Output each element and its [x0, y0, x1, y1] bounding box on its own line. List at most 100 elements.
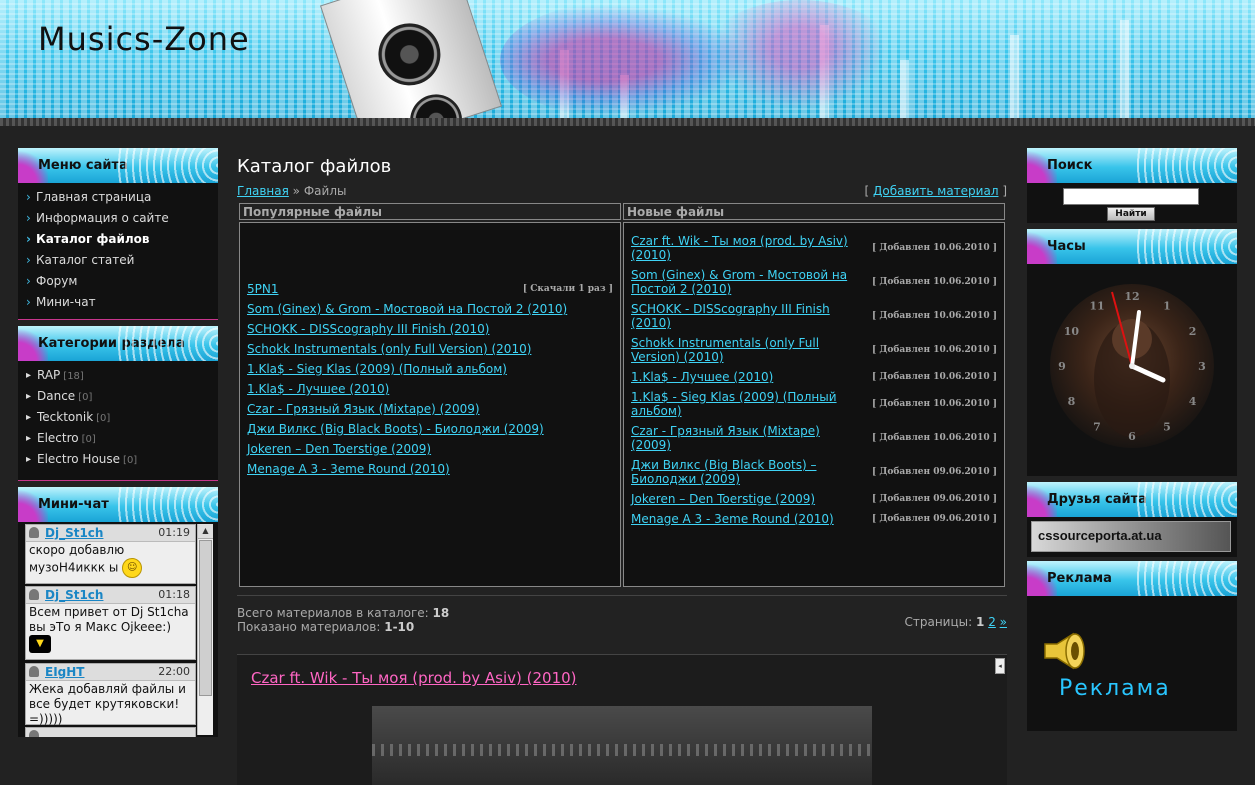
category-count: [0]	[96, 413, 111, 424]
clock-numeral: 6	[1128, 430, 1136, 443]
chat-time: 01:18	[158, 588, 190, 601]
file-link[interactable]: Som (Ginex) & Grom - Мостовой на Постой …	[247, 302, 567, 316]
clock-numeral: 1	[1163, 299, 1171, 312]
category-item[interactable]: Dance[0]	[18, 386, 218, 407]
left-sidebar: Меню сайта Главная страница Информация о…	[18, 148, 218, 737]
breadcrumb: Главная » Файлы [ Добавить материал ]	[237, 184, 1007, 201]
category-item[interactable]: RAP[18]	[18, 365, 218, 386]
popular-files-header: Популярные файлы	[239, 203, 621, 220]
clock-numeral: 12	[1124, 290, 1139, 303]
file-date: [ Добавлен 10.06.2010 ]	[871, 277, 997, 287]
menu-block-header: Меню сайта	[18, 148, 218, 183]
category-count: [0]	[123, 455, 138, 466]
friends-block-header: Друзья сайта	[1027, 482, 1237, 517]
file-link[interactable]: 5PN1	[247, 282, 278, 296]
file-link[interactable]: Jokeren – Den Toerstige (2009)	[631, 492, 863, 506]
list-item: Czar - Грязный Язык (Mixtape) (2009) [ До…	[625, 421, 1003, 455]
chat-nick[interactable]: Dj_St1ch	[45, 526, 103, 540]
next-page-link[interactable]: »	[1000, 615, 1007, 629]
entry-badge-icon[interactable]: ◂	[995, 658, 1005, 674]
chat-text: Жека добавляй файлы и все будет крутяков…	[29, 682, 186, 726]
file-date: [ Добавлен 09.06.2010 ]	[871, 467, 997, 477]
list-item: Джи Вилкс (Big Black Boots) – Биолоджи (…	[625, 455, 1003, 489]
file-link[interactable]: Джи Вилкс (Big Black Boots) – Биолоджи (…	[631, 458, 863, 486]
file-link[interactable]: 1.Kla$ - Лучшее (2010)	[631, 370, 863, 384]
category-item[interactable]: Electro House[0]	[18, 449, 218, 470]
chat-message: EIgHT 22:00 Жека добавляй файлы и все буд…	[25, 663, 196, 726]
list-item: Czar ft. Wik - Ты моя (prod. by Asiv) (2…	[625, 231, 1003, 265]
category-label[interactable]: Electro	[37, 431, 79, 445]
file-link[interactable]: Schokk Instrumentals (only Full Version)…	[247, 342, 531, 356]
scroll-thumb[interactable]	[199, 540, 212, 696]
search-input[interactable]	[1063, 188, 1199, 205]
friend-banner[interactable]: cssourceporta.at.ua	[1031, 521, 1231, 552]
file-link[interactable]: 1.Kla$ - Sieg Klas (2009) (Полный альбом…	[631, 390, 863, 418]
breadcrumb-home-link[interactable]: Главная	[237, 184, 289, 198]
site-title[interactable]: Musics-Zone	[38, 20, 250, 58]
chat-message	[25, 727, 196, 737]
list-item: 1.Kla$ - Лучшее (2010)	[247, 379, 613, 399]
list-item: Джи Вилкс (Big Black Boots) - Биолоджи (…	[247, 419, 613, 439]
file-link[interactable]: Som (Ginex) & Grom - Мостовой на Постой …	[631, 268, 863, 296]
chat-nick[interactable]: EIgHT	[45, 665, 84, 679]
search-button[interactable]: Найти	[1107, 207, 1155, 221]
file-link[interactable]: Menage A 3 - 3eme Round (2010)	[247, 462, 450, 476]
file-link[interactable]: Schokk Instrumentals (only Full Version)…	[631, 336, 863, 364]
menu-item-article-catalog[interactable]: Каталог статей	[18, 250, 218, 271]
file-link[interactable]: Czar - Грязный Язык (Mixtape) (2009)	[247, 402, 480, 416]
menu-item-about[interactable]: Информация о сайте	[18, 208, 218, 229]
entry-cover-image	[372, 706, 872, 785]
list-item: 1.Kla$ - Sieg Klas (2009) (Полный альбом…	[625, 387, 1003, 421]
file-link[interactable]: Menage A 3 - 3eme Round (2010)	[631, 512, 863, 526]
menu-block-title: Меню сайта	[38, 158, 128, 173]
site-header: Musics-Zone	[0, 0, 1255, 120]
list-item: SCHOKK - DISScography III Finish (2010) […	[625, 299, 1003, 333]
category-label[interactable]: RAP	[37, 368, 60, 382]
add-material-link[interactable]: Добавить материал	[873, 184, 998, 198]
category-label[interactable]: Dance	[37, 389, 75, 403]
file-link[interactable]: SCHOKK - DISScography III Finish (2010)	[247, 322, 489, 336]
file-link[interactable]: 1.Kla$ - Sieg Klas (2009) (Полный альбом…	[247, 362, 507, 376]
chat-scrollbar[interactable]: ▲	[197, 524, 213, 735]
categories-block-header: Категории раздела	[18, 326, 218, 361]
ad-text[interactable]: Реклама	[1059, 676, 1171, 701]
user-icon	[29, 527, 39, 538]
smiley-icon: ☺	[122, 558, 143, 578]
shown-materials-value: 1-10	[384, 620, 415, 634]
clock-block: 12 1 2 3 4 5 6 7 8 9 10 11	[1027, 264, 1237, 476]
menu-item-forum[interactable]: Форум	[18, 271, 218, 292]
chat-text: Всем привет от Dj St1cha вы эТо я Макс O…	[29, 605, 189, 634]
menu-item-mini-chat[interactable]: Мини-чат	[18, 292, 218, 313]
file-date: [ Добавлен 10.06.2010 ]	[871, 243, 997, 253]
floral-decoration-2	[700, 0, 900, 120]
page-title: Каталог файлов	[237, 156, 392, 177]
category-label[interactable]: Tecktonik	[37, 410, 93, 424]
category-item[interactable]: Tecktonik[0]	[18, 407, 218, 428]
category-item[interactable]: Electro[0]	[18, 428, 218, 449]
user-icon	[29, 666, 39, 677]
menu-item-file-catalog[interactable]: Каталог файлов	[18, 229, 218, 250]
site-menu: Главная страница Информация о сайте Ката…	[18, 183, 218, 320]
file-link[interactable]: 1.Kla$ - Лучшее (2010)	[247, 382, 389, 396]
menu-item-home[interactable]: Главная страница	[18, 187, 218, 208]
new-files-header: Новые файлы	[623, 203, 1005, 220]
categories-block-title: Категории раздела	[38, 336, 185, 351]
chat-text: скоро добавлю музоН4иккк ы	[29, 543, 125, 575]
chat-nick[interactable]: Dj_St1ch	[45, 588, 103, 602]
page-2-link[interactable]: 2	[988, 615, 996, 629]
file-link[interactable]: SCHOKK - DISScography III Finish (2010)	[631, 302, 863, 330]
file-link[interactable]: Jokeren – Den Toerstige (2009)	[247, 442, 431, 456]
file-link[interactable]: Czar - Грязный Язык (Mixtape) (2009)	[631, 424, 863, 452]
file-link[interactable]: Czar ft. Wik - Ты моя (prod. by Asiv) (2…	[631, 234, 863, 262]
files-table: Популярные файлы Новые файлы 5PN1 [ Скача…	[237, 201, 1007, 589]
ad-block: Реклама	[1027, 596, 1237, 731]
friend-banner-text: cssourceporta.at.ua	[1038, 528, 1162, 543]
user-icon	[29, 730, 39, 737]
entry-title-link[interactable]: Czar ft. Wik - Ты моя (prod. by Asiv) (2…	[251, 669, 577, 687]
file-link[interactable]: Джи Вилкс (Big Black Boots) - Биолоджи (…	[247, 422, 544, 436]
ad-block-title: Реклама	[1047, 571, 1112, 586]
list-item: Schokk Instrumentals (only Full Version)…	[625, 333, 1003, 367]
pagination: Страницы: 1 2 »	[905, 615, 1008, 629]
category-label[interactable]: Electro House	[37, 452, 120, 466]
scroll-up-icon[interactable]: ▲	[198, 524, 213, 539]
